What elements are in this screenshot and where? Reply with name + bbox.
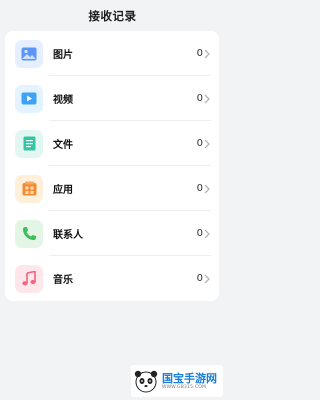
watermark-logo: 国宝手游网 WWW.GB315.COM	[131, 365, 223, 397]
watermark-url: WWW.GB315.COM	[162, 385, 207, 390]
received-records-list: 图片 0 视频 0 文件 0 应用 0 联系人 0 音乐 0	[5, 31, 219, 301]
chevron-right-icon	[204, 184, 210, 193]
app-icon	[15, 174, 43, 203]
chevron-right-icon	[204, 139, 210, 148]
list-item-label: 应用	[53, 185, 73, 196]
list-item-images[interactable]: 图片 0	[5, 31, 219, 76]
list-item-files[interactable]: 文件 0	[5, 121, 219, 166]
list-item-contacts[interactable]: 联系人 0	[5, 211, 219, 256]
list-item-music[interactable]: 音乐 0	[5, 256, 219, 301]
list-item-video[interactable]: 视频 0	[5, 76, 219, 121]
list-item-apps[interactable]: 应用 0	[5, 166, 219, 211]
contact-phone-icon	[15, 219, 43, 248]
watermark-title: 国宝手游网	[162, 372, 217, 385]
panda-logo-icon	[134, 370, 158, 393]
chevron-right-icon	[204, 94, 210, 103]
chevron-right-icon	[204, 229, 210, 238]
page-title: 接收记录	[0, 0, 225, 31]
file-icon	[15, 129, 43, 158]
list-item-label: 图片	[53, 50, 73, 61]
list-item-label: 联系人	[53, 230, 83, 241]
chevron-right-icon	[204, 274, 210, 283]
music-icon	[15, 264, 43, 293]
chevron-right-icon	[204, 49, 210, 58]
list-item-label: 视频	[53, 95, 73, 106]
page-title-text: 接收记录	[88, 9, 137, 23]
list-item-label: 文件	[53, 140, 73, 151]
list-item-label: 音乐	[53, 275, 73, 286]
video-icon	[15, 84, 43, 113]
image-icon	[15, 39, 43, 68]
